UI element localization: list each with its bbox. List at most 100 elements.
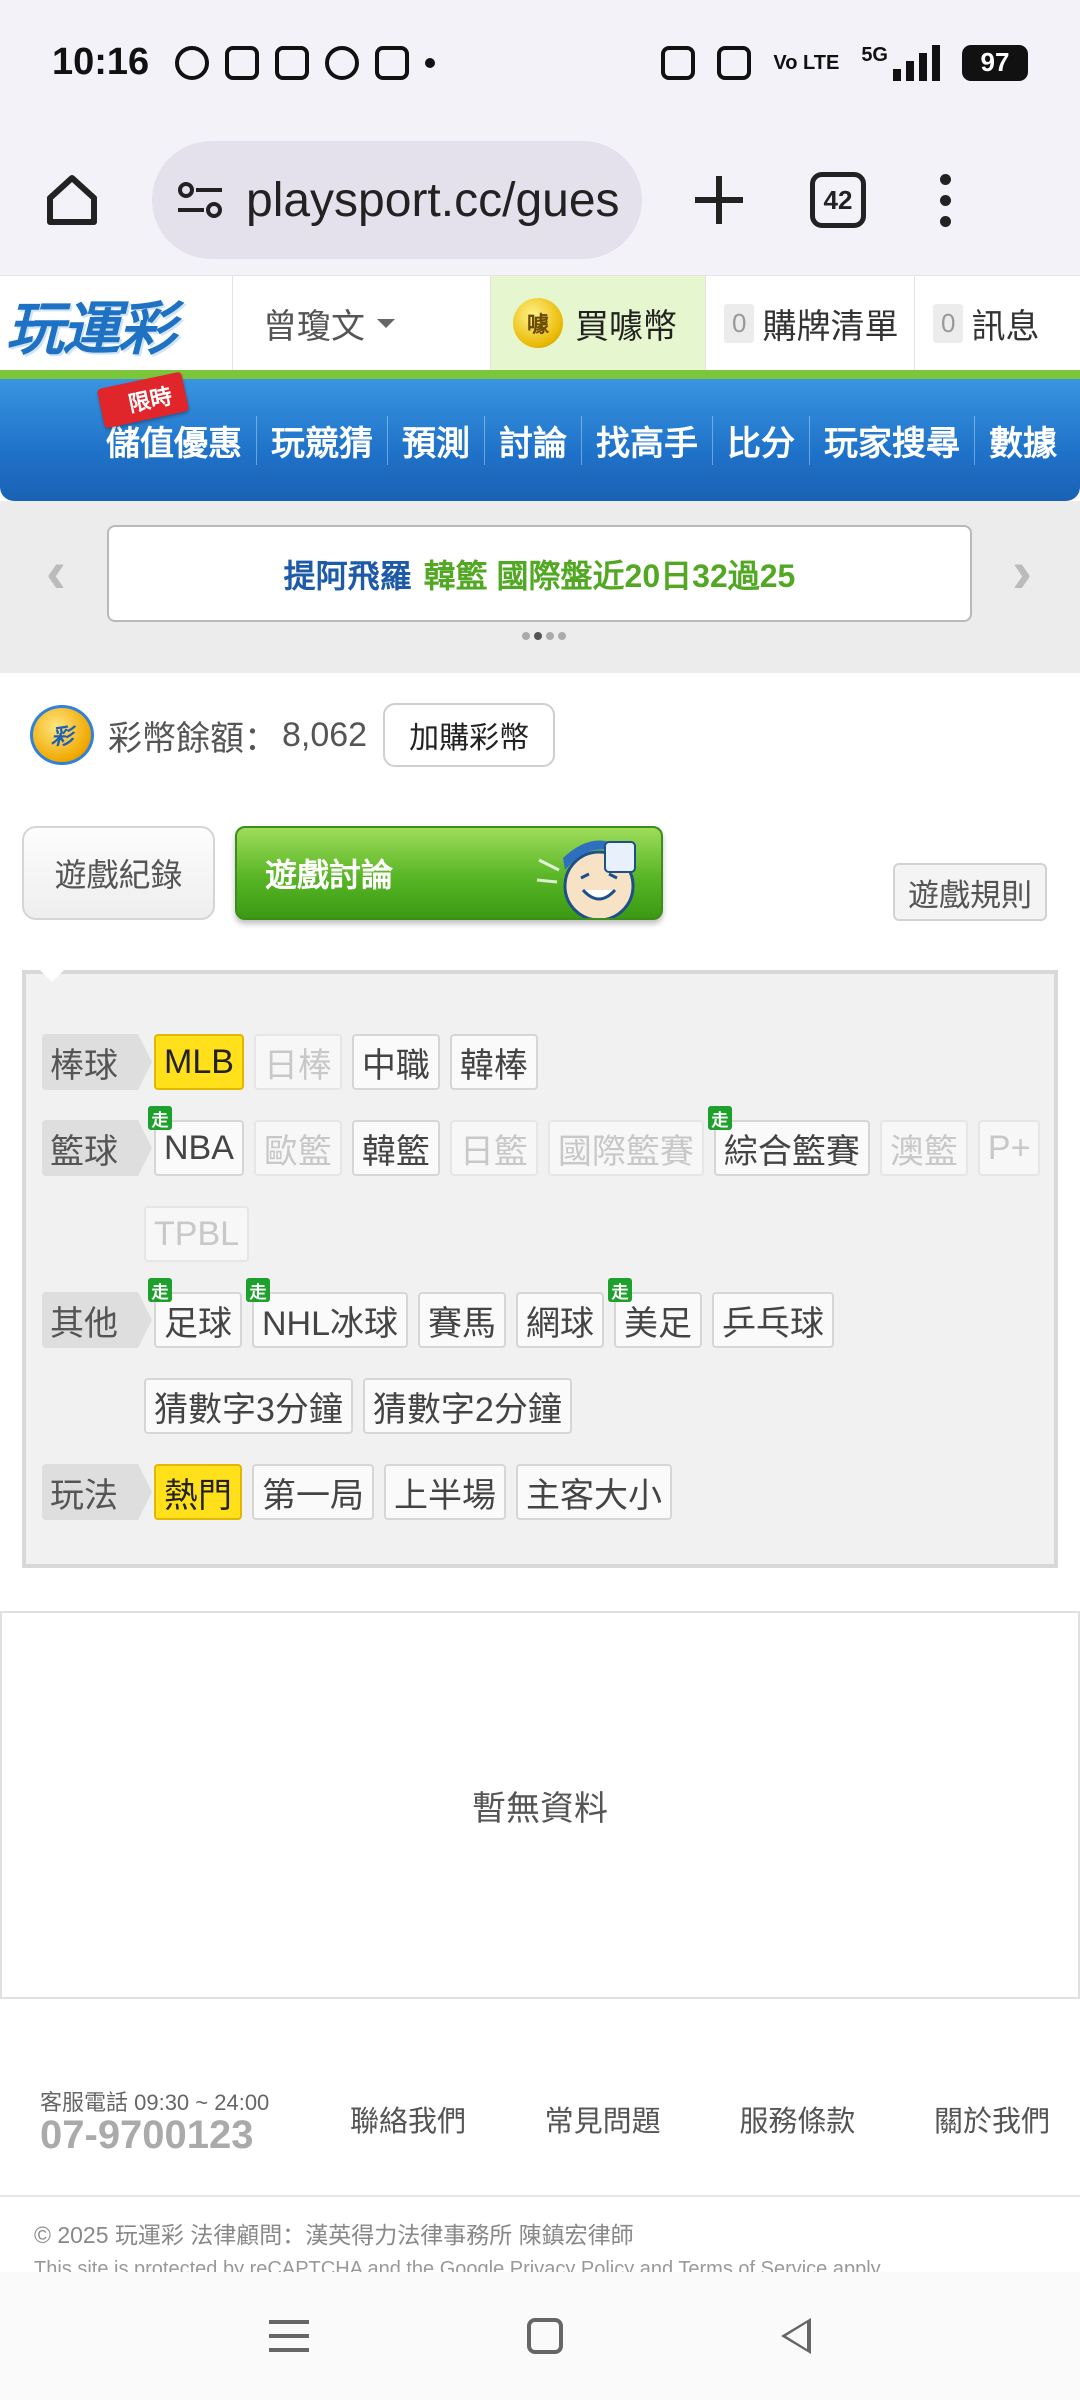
tab-game-record[interactable]: 遊戲紀錄 (22, 826, 215, 920)
nav-score[interactable]: 比分 (712, 415, 809, 465)
game-rules-button[interactable]: 遊戲規則 (893, 863, 1047, 921)
more-notifications-dot-icon (425, 57, 436, 68)
lottery-coin-icon: 彩 (30, 705, 94, 765)
coin-icon-label: 噱 (526, 312, 549, 337)
lottery-coin-label: 彩 (50, 724, 73, 749)
live-badge: 走 (148, 1106, 172, 1130)
system-navigation-bar (0, 2272, 1080, 2400)
footer-link-about[interactable]: 關於我們 (934, 2098, 1050, 2140)
system-back-button[interactable] (781, 2318, 811, 2354)
nav-play-guess[interactable]: 玩競猜 (256, 415, 387, 465)
buy-coins-button[interactable]: 噱 買噱幣 (490, 276, 705, 370)
nav-player-search[interactable]: 玩家搜尋 (809, 415, 974, 465)
ticker-player-name[interactable]: 提阿飛羅 (284, 551, 412, 597)
system-home-button[interactable] (527, 2318, 563, 2354)
footer-link-terms[interactable]: 服務條款 (739, 2098, 855, 2140)
buy-lottery-coins-button[interactable]: 加購彩幣 (383, 703, 556, 767)
cart-count: 0 (724, 303, 755, 343)
tab-count: 42 (823, 184, 853, 215)
chip-nba[interactable]: 走 NBA (148, 1106, 244, 1176)
chip-npb: 日棒 (253, 1034, 342, 1090)
live-badge: 走 (246, 1278, 270, 1302)
recent-apps-button[interactable] (269, 2320, 309, 2352)
recaptcha-notice: This site is protected by reCAPTCHA and … (34, 2258, 885, 2272)
chip-over-under[interactable]: 主客大小 (516, 1464, 672, 1520)
filter-row-baseball: 棒球 MLB 日棒 中職 韓棒 (42, 1034, 548, 1090)
user-name: 曾瓊文 (263, 307, 365, 346)
coin-icon: 噱 (513, 298, 563, 348)
chip-table-tennis[interactable]: 乒乓球 (712, 1292, 835, 1348)
site-logo[interactable]: 玩運彩 (0, 276, 232, 371)
new-tab-button[interactable] (684, 165, 754, 235)
mascot-icon (536, 840, 636, 918)
status-time: 10:16 (52, 41, 150, 83)
balance-row: 彩 彩幣餘額： 8,062 加購彩幣 (30, 703, 556, 767)
site-header: 玩運彩 曾瓊文 噱 買噱幣 0 購牌清單 0 訊息 (0, 275, 1080, 370)
chip-first-inning[interactable]: 第一局 (252, 1464, 374, 1520)
nav-predict[interactable]: 預測 (387, 415, 484, 465)
ticker-banner[interactable]: 提阿飛羅 韓籃 國際盤近20日32過25 (107, 525, 972, 622)
chip-nhl-label: NHL冰球 (262, 1304, 399, 1343)
chip-mixed-basketball[interactable]: 走綜合籃賽 (707, 1106, 870, 1176)
browser-menu-button[interactable] (930, 173, 960, 227)
nav-find-expert[interactable]: 找高手 (581, 415, 712, 465)
chevron-left-icon: ‹ (46, 537, 66, 605)
tab-game-discussion[interactable]: 遊戲討論 (235, 826, 663, 920)
signal-icon: 5G (861, 44, 940, 81)
buy-coins-label: 買噱幣 (575, 307, 677, 346)
chip-tennis[interactable]: 網球 (516, 1292, 605, 1348)
chip-popular[interactable]: 熱門 (154, 1464, 242, 1520)
chip-guess-number-3min[interactable]: 猜數字3分鐘 (144, 1378, 353, 1434)
customer-service-phone[interactable]: 07-9700123 (40, 2113, 254, 2158)
url-text[interactable]: playsport.cc/gues (246, 173, 620, 228)
message-count: 0 (933, 303, 964, 343)
chip-tpbl: TPBL (144, 1206, 250, 1262)
ticker-next-button[interactable]: › (1002, 538, 1042, 605)
chip-guess-number-2min[interactable]: 猜數字2分鐘 (362, 1378, 572, 1434)
chevron-right-icon: › (1012, 537, 1032, 605)
line-app-icon (175, 45, 210, 80)
chip-soccer[interactable]: 走足球 (148, 1278, 242, 1348)
vibrate-icon (717, 45, 752, 80)
tab-switcher-button[interactable]: 42 (810, 172, 866, 228)
chip-cpbl[interactable]: 中職 (351, 1034, 440, 1090)
chip-nba-label: NBA (164, 1128, 234, 1167)
volte-indicator: Vo LTE (773, 51, 840, 74)
messages-link[interactable]: 0 訊息 (914, 276, 1080, 370)
chip-kbo[interactable]: 韓棒 (449, 1034, 538, 1090)
chip-australia-basketball: 澳籃 (879, 1120, 968, 1176)
plus-icon (695, 176, 743, 224)
telegram-icon (375, 45, 410, 80)
chip-japan-basketball: 日籃 (449, 1120, 538, 1176)
address-bar[interactable]: playsport.cc/gues (152, 141, 642, 259)
filter-category-play: 玩法 (42, 1464, 152, 1520)
instagram-icon-2 (275, 45, 310, 80)
chip-soccer-label: 足球 (164, 1304, 232, 1343)
ticker-pagination (522, 632, 566, 640)
chip-horse-racing[interactable]: 賽馬 (418, 1292, 507, 1348)
battery-level: 97 (980, 47, 1010, 77)
live-badge: 走 (608, 1278, 633, 1302)
ticker-prev-button[interactable]: ‹ (36, 538, 76, 605)
user-menu[interactable]: 曾瓊文 (232, 276, 490, 370)
site-settings-icon[interactable] (176, 180, 224, 220)
filter-category-other: 其他 (42, 1292, 152, 1348)
chip-nhl[interactable]: 走 NHL冰球 (246, 1278, 409, 1348)
chip-mlb[interactable]: MLB (154, 1034, 244, 1090)
home-button[interactable] (32, 160, 112, 240)
chip-korea-basketball[interactable]: 韓籃 (351, 1120, 440, 1176)
chip-american-football[interactable]: 走美足 (608, 1278, 703, 1348)
chip-first-half[interactable]: 上半場 (384, 1464, 506, 1520)
empty-state-text: 暫無資料 (472, 1789, 608, 1828)
cart-label: 購牌清單 (762, 307, 899, 346)
live-badge: 走 (148, 1278, 172, 1302)
nav-discuss[interactable]: 討論 (484, 415, 581, 465)
tab-game-discussion-label: 遊戲討論 (265, 857, 394, 893)
nav-data[interactable]: 數據 (974, 415, 1071, 465)
cart-link[interactable]: 0 購牌清單 (705, 276, 914, 370)
copyright-text: © 2025 玩運彩 法律顧問：漢英得力法律事務所 陳鎮宏律師 (34, 2222, 634, 2248)
footer-link-faq[interactable]: 常見問題 (545, 2098, 661, 2140)
filter-row-basketball: 籃球 走 NBA 歐籃 韓籃 日籃 國際籃賽 走綜合籃賽 澳籃 P+ (42, 1106, 1050, 1176)
footer-link-contact[interactable]: 聯絡我們 (350, 2098, 466, 2140)
filter-row-play: 玩法 熱門 第一局 上半場 主客大小 (42, 1464, 682, 1520)
